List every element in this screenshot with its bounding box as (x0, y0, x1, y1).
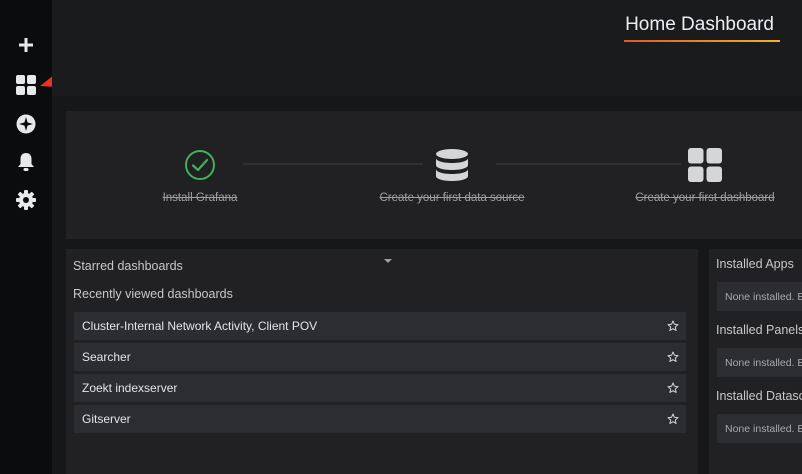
gear-icon[interactable] (14, 188, 38, 212)
page-title[interactable]: Home Dashboard (625, 14, 774, 36)
page-header: Home Dashboard (52, 0, 802, 96)
sidebar (0, 0, 52, 474)
star-icon[interactable] (666, 319, 680, 333)
plus-icon[interactable] (14, 33, 38, 57)
step-create-dashboard[interactable]: Create your first dashboard (625, 147, 785, 204)
compass-icon[interactable] (14, 112, 38, 136)
step-create-data-source[interactable]: Create your first data source (372, 147, 532, 204)
installed-datasources-empty: None installed. B (717, 414, 802, 443)
grid-icon[interactable] (14, 73, 38, 97)
installed-plugins-panel: Installed Apps None installed. B Install… (709, 249, 802, 474)
database-icon (432, 147, 472, 183)
recent-dashboards-list: Cluster-Internal Network Activity, Clien… (74, 312, 686, 436)
recent-dashboards-heading: Recently viewed dashboards (73, 287, 233, 301)
list-item[interactable]: Zoekt indexserver (74, 374, 686, 402)
star-icon[interactable] (666, 381, 680, 395)
step-label: Install Grafana (162, 192, 238, 204)
dashboard-link[interactable]: Searcher (82, 350, 131, 364)
installed-panels-empty: None installed. B (717, 348, 802, 377)
getting-started-panel: Install Grafana Create your first data s… (66, 111, 802, 239)
installed-apps-empty: None installed. B (717, 282, 802, 311)
grid-icon (685, 147, 725, 183)
check-circle-icon (180, 147, 220, 183)
step-label: Create your first dashboard (635, 192, 775, 204)
title-underline (624, 40, 780, 42)
dashboards-panel: Starred dashboards Recently viewed dashb… (66, 249, 698, 474)
installed-apps-heading: Installed Apps (716, 257, 794, 271)
step-label: Create your first data source (379, 192, 525, 204)
list-item[interactable]: Cluster-Internal Network Activity, Clien… (74, 312, 686, 340)
starred-dashboards-heading: Starred dashboards (73, 259, 183, 273)
bell-icon[interactable] (14, 150, 38, 174)
star-icon[interactable] (666, 350, 680, 364)
step-install-grafana[interactable]: Install Grafana (150, 147, 250, 204)
dashboard-link[interactable]: Zoekt indexserver (82, 381, 177, 395)
star-icon[interactable] (666, 412, 680, 426)
list-item[interactable]: Gitserver (74, 405, 686, 433)
dashboard-link[interactable]: Gitserver (82, 412, 131, 426)
installed-panels-heading: Installed Panels (716, 323, 802, 337)
dashboard-link[interactable]: Cluster-Internal Network Activity, Clien… (82, 319, 317, 333)
installed-datasources-heading: Installed Datasc (716, 389, 802, 403)
caret-down-icon[interactable] (384, 259, 392, 263)
list-item[interactable]: Searcher (74, 343, 686, 371)
